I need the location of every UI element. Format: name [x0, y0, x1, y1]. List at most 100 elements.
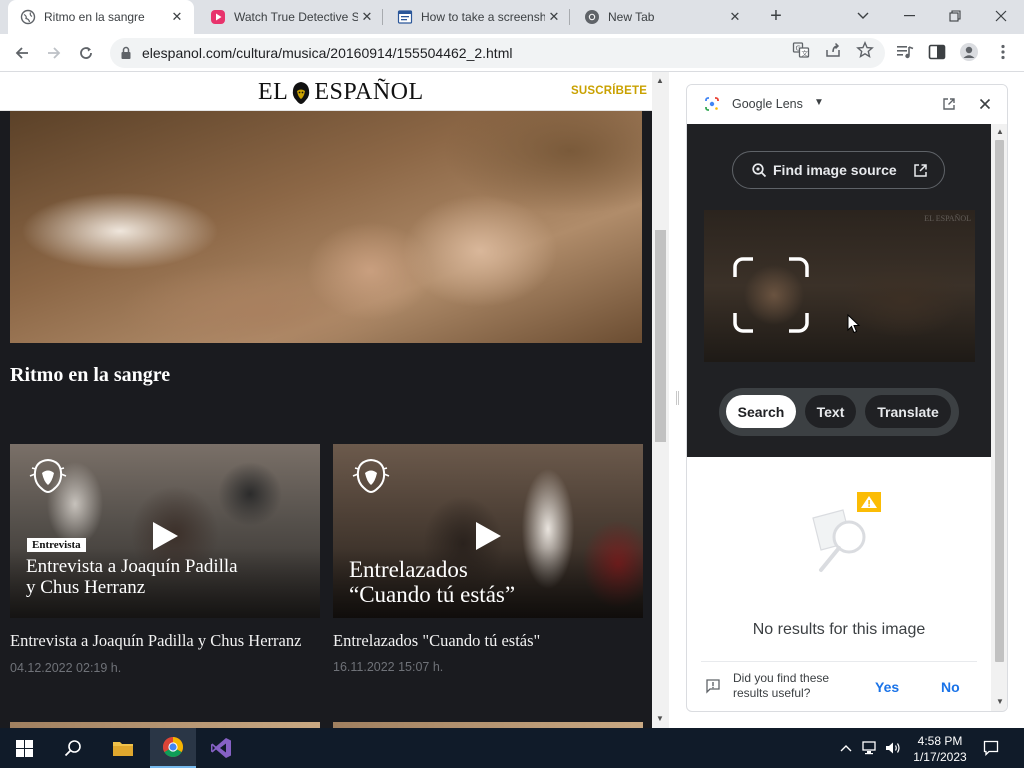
tab-title: How to take a screensh — [421, 10, 545, 24]
play-icon[interactable] — [474, 521, 502, 551]
share-icon[interactable] — [824, 41, 842, 59]
web-page: EL ESPAÑOL SUSCRÍBETE Ritmo en la sangre… — [0, 72, 652, 728]
page-scrollbar[interactable]: ▲ ▼ — [652, 72, 669, 728]
video-thumbnail[interactable]: Entrelazados “Cuando tú estás” — [333, 444, 643, 618]
find-image-source-label: Find image source — [773, 162, 897, 178]
tab-screenshot[interactable]: How to take a screensh ✕ — [385, 0, 571, 34]
clock-time: 4:58 PM — [917, 734, 963, 748]
feedback-icon — [706, 679, 720, 694]
mode-translate-pill[interactable]: Translate — [865, 395, 951, 428]
translate-icon[interactable]: G文 — [792, 41, 810, 59]
visual-studio-button[interactable] — [198, 728, 244, 768]
folder-icon — [113, 742, 133, 756]
windows-logo-icon — [15, 739, 33, 757]
tab-title: Watch True Detective S — [234, 10, 358, 24]
taskbar-search-button[interactable] — [50, 728, 96, 768]
media-control-icon[interactable] — [894, 41, 916, 63]
scroll-down-arrow[interactable]: ▼ — [996, 697, 1004, 706]
video-card[interactable]: Entrevista Entrevista a Joaquín Padilla … — [10, 444, 320, 675]
hero-image[interactable] — [10, 111, 642, 343]
mode-text-pill[interactable]: Text — [805, 395, 856, 428]
lock-icon[interactable] — [120, 46, 132, 60]
address-bar[interactable]: elespanol.com/cultura/musica/20160914/15… — [110, 38, 885, 68]
system-clock[interactable]: 4:58 PM 1/17/2023 — [905, 733, 975, 765]
external-link-icon — [914, 164, 927, 177]
scrollbar-thumb[interactable] — [995, 140, 1004, 662]
scrollbar-thumb[interactable] — [655, 230, 666, 442]
show-hidden-icons-chevron[interactable] — [838, 740, 854, 756]
mouse-cursor-icon — [847, 314, 861, 334]
close-window-button[interactable] — [988, 4, 1014, 28]
tab-title: Ritmo en la sangre — [44, 10, 145, 24]
feedback-no-button[interactable]: No — [941, 679, 960, 695]
side-panel-scrollbar[interactable]: ▲ ▼ — [991, 124, 1007, 711]
card-title[interactable]: Entrevista a Joaquín Padilla y Chus Herr… — [10, 630, 320, 652]
category-tag: Entrevista — [27, 538, 86, 552]
site-header: EL ESPAÑOL SUSCRÍBETE — [0, 72, 652, 111]
image-watermark: EL ESPAÑOL — [924, 214, 971, 223]
tab-title: New Tab — [608, 10, 655, 24]
play-icon[interactable] — [151, 521, 179, 551]
kebab-menu-icon[interactable] — [992, 41, 1014, 63]
mode-search-pill[interactable]: Search — [726, 395, 796, 428]
file-explorer-button[interactable] — [100, 728, 146, 768]
forward-button[interactable] — [42, 41, 66, 65]
scroll-up-arrow[interactable]: ▲ — [656, 76, 664, 85]
lens-image-area: Find image source EL ESPAÑOL Search Text… — [687, 124, 991, 457]
chrome-taskbar-button[interactable] — [150, 728, 196, 768]
tab-new-tab[interactable]: New Tab ✕ — [572, 0, 752, 34]
selection-box[interactable] — [733, 257, 809, 333]
windows-taskbar: 4:58 PM 1/17/2023 — [0, 728, 1024, 768]
reload-button[interactable] — [74, 41, 98, 65]
card-title[interactable]: Entrelazados "Cuando tú estás" — [333, 630, 643, 652]
volume-icon[interactable] — [885, 740, 901, 756]
new-tab-button[interactable]: + — [765, 6, 787, 28]
network-icon[interactable] — [862, 740, 878, 756]
tab-true-detective[interactable]: Watch True Detective S ✕ — [198, 0, 384, 34]
restore-button[interactable] — [942, 4, 968, 28]
scroll-up-arrow[interactable]: ▲ — [996, 127, 1004, 136]
no-results-illustration — [812, 492, 881, 572]
close-tab-icon[interactable]: ✕ — [545, 8, 563, 26]
windows-start-button[interactable] — [0, 728, 48, 768]
bookmark-star-icon[interactable] — [856, 41, 874, 59]
back-button[interactable] — [10, 41, 34, 65]
subscribe-link[interactable]: SUSCRÍBETE — [571, 85, 647, 97]
lion-badge-icon — [352, 458, 390, 494]
profile-avatar-icon[interactable] — [958, 41, 980, 63]
article-headline: Ritmo en la sangre — [10, 364, 171, 386]
chrome-icon — [163, 737, 183, 757]
no-results-message: No results for this image — [752, 621, 926, 638]
video-card[interactable]: Entrelazados “Cuando tú estás” Entrelaza… — [333, 444, 643, 674]
close-tab-icon[interactable]: ✕ — [358, 8, 376, 26]
notification-center-icon[interactable] — [983, 740, 999, 756]
minimize-button[interactable] — [896, 4, 922, 28]
google-lens-icon — [705, 97, 719, 111]
side-panel-icon[interactable] — [926, 41, 948, 63]
open-in-new-tab-icon[interactable] — [941, 96, 957, 112]
card-date: 16.11.2022 15:07 h. — [333, 660, 444, 674]
tab-search-icon[interactable] — [850, 4, 876, 28]
scroll-down-arrow[interactable]: ▼ — [656, 714, 664, 723]
close-tab-icon[interactable]: ✕ — [168, 8, 186, 26]
feedback-divider — [701, 661, 977, 662]
tab-divider — [382, 9, 383, 25]
close-tab-icon[interactable]: ✕ — [726, 8, 744, 26]
side-panel-header: Google Lens ▼ — [687, 85, 1007, 123]
feedback-yes-button[interactable]: Yes — [875, 679, 899, 695]
close-panel-icon[interactable] — [977, 96, 993, 112]
play-logo-icon — [210, 9, 226, 25]
side-panel-title[interactable]: Google Lens — [732, 97, 803, 111]
find-image-source-button[interactable]: Find image source — [732, 151, 945, 189]
lens-selected-image[interactable]: EL ESPAÑOL — [704, 210, 975, 362]
dropdown-caret-icon[interactable]: ▼ — [814, 97, 824, 108]
side-panel-resize-handle[interactable] — [676, 391, 679, 405]
browser-toolbar: elespanol.com/cultura/musica/20160914/15… — [0, 34, 1024, 72]
tab-ritmo[interactable]: Ritmo en la sangre ✕ — [8, 0, 194, 34]
google-lens-panel: Google Lens ▼ Find image source EL ESPAÑ… — [686, 84, 1008, 712]
site-logo[interactable]: EL ESPAÑOL — [258, 79, 424, 106]
lion-logo-icon — [290, 81, 312, 105]
video-thumbnail[interactable]: Entrevista Entrevista a Joaquín Padilla … — [10, 444, 320, 618]
document-icon — [397, 9, 413, 25]
lion-badge-icon — [29, 458, 67, 494]
